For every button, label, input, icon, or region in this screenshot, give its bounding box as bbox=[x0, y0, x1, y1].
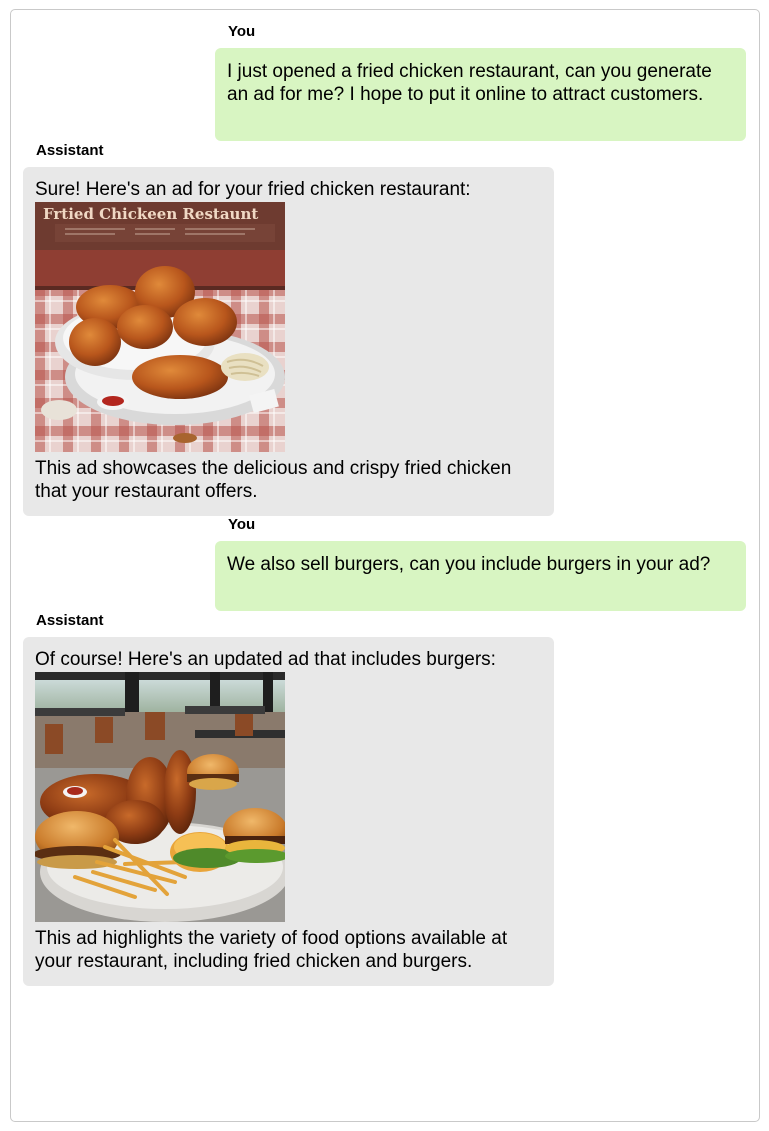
assistant-message-bubble: Of course! Here's an updated ad that inc… bbox=[23, 637, 554, 986]
assistant-message-text-intro: Of course! Here's an updated ad that inc… bbox=[35, 649, 496, 670]
user-message-text: I just opened a fried chicken restaurant… bbox=[227, 61, 712, 105]
ad-sign-text: Frtied Chickeen Restaunt bbox=[43, 205, 258, 223]
fried-chicken-ad-image: Frtied Chickeen Restaunt bbox=[35, 202, 285, 452]
sender-label-assistant: Assistant bbox=[36, 612, 104, 629]
assistant-message-bubble: Sure! Here's an ad for your fried chicke… bbox=[23, 167, 554, 516]
sender-label-assistant: Assistant bbox=[36, 142, 104, 159]
sender-label-user: You bbox=[228, 23, 256, 40]
user-message-bubble: We also sell burgers, can you include bu… bbox=[215, 541, 746, 611]
sender-label-user: You bbox=[228, 516, 256, 533]
chicken-and-burgers-ad-image bbox=[35, 672, 285, 922]
assistant-message-text-description: This ad highlights the variety of food o… bbox=[35, 928, 508, 972]
user-message-text: We also sell burgers, can you include bu… bbox=[227, 554, 711, 575]
assistant-message-text-description: This ad showcases the delicious and cris… bbox=[35, 458, 512, 502]
user-message-bubble: I just opened a fried chicken restaurant… bbox=[215, 48, 746, 141]
assistant-message-text-intro: Sure! Here's an ad for your fried chicke… bbox=[35, 179, 471, 200]
